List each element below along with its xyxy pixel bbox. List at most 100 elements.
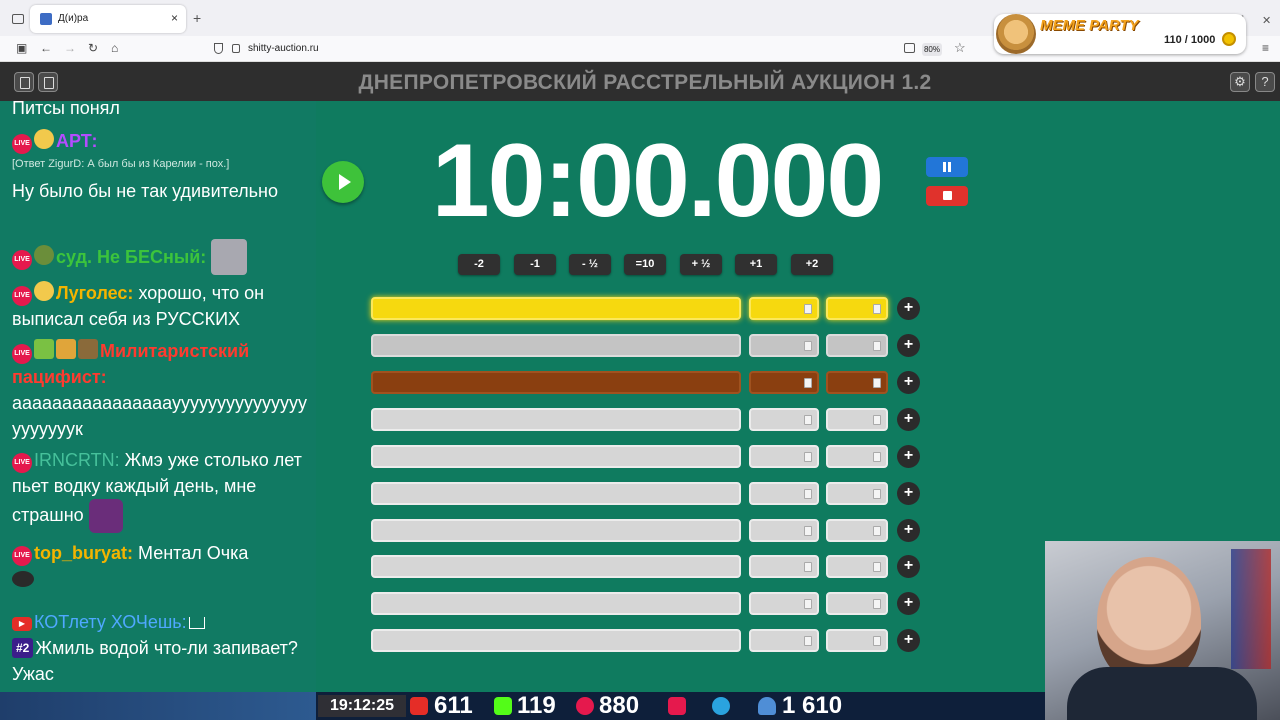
bookmark-star-icon[interactable]: ☆ — [954, 40, 966, 56]
lot-add-button[interactable]: + — [897, 445, 920, 468]
lot-extra-input[interactable] — [826, 445, 888, 468]
lot-add-button[interactable]: + — [897, 482, 920, 505]
lot-amount-input[interactable] — [749, 519, 819, 542]
zoom-level-badge[interactable]: 80% — [922, 43, 942, 56]
lot-extra-input[interactable] — [826, 297, 888, 320]
lot-name-input[interactable] — [371, 334, 741, 357]
back-icon[interactable]: ← — [40, 40, 52, 56]
lot-name-input[interactable] — [371, 297, 741, 320]
lot-amount-input[interactable] — [749, 482, 819, 505]
lot-amount-input[interactable] — [749, 408, 819, 431]
lot-name-input[interactable] — [371, 371, 741, 394]
spinner-icon[interactable] — [804, 452, 812, 462]
stop-button[interactable] — [926, 186, 968, 206]
adjust-set-10-button[interactable]: =10 — [624, 254, 666, 275]
panel-toggle-icon[interactable] — [14, 72, 34, 92]
lot-name-input[interactable] — [371, 519, 741, 542]
lot-add-button[interactable]: + — [897, 371, 920, 394]
lot-amount-input[interactable] — [749, 371, 819, 394]
adjust-minus-1-button[interactable]: -1 — [514, 254, 556, 275]
spinner-icon[interactable] — [804, 489, 812, 499]
lot-add-button[interactable]: + — [897, 297, 920, 320]
play-button[interactable] — [322, 161, 364, 203]
lot-name-input[interactable] — [371, 629, 741, 652]
spinner-icon[interactable] — [804, 341, 812, 351]
adjust-plus-2-button[interactable]: +2 — [791, 254, 833, 275]
lot-amount-input[interactable] — [749, 297, 819, 320]
lock-icon[interactable] — [232, 44, 240, 53]
lot-add-button[interactable]: + — [897, 629, 920, 652]
lot-name-input[interactable] — [371, 408, 741, 431]
menu-icon[interactable]: ≡ — [1262, 40, 1269, 56]
spinner-icon[interactable] — [804, 599, 812, 609]
spinner-icon[interactable] — [873, 526, 881, 536]
new-tab-button[interactable]: + — [193, 11, 201, 25]
sidebar-toggle-icon[interactable]: ▣ — [16, 40, 27, 56]
help-icon[interactable]: ? — [1255, 72, 1275, 92]
spinner-icon[interactable] — [804, 378, 812, 388]
emote-icon — [34, 245, 54, 265]
lot-amount-input[interactable] — [749, 334, 819, 357]
lot-extra-input[interactable] — [826, 334, 888, 357]
lot-add-button[interactable]: + — [897, 592, 920, 615]
lot-extra-input[interactable] — [826, 482, 888, 505]
url-text[interactable]: shitty-auction.ru — [248, 43, 319, 54]
lot-name-input[interactable] — [371, 592, 741, 615]
spinner-icon[interactable] — [873, 489, 881, 499]
lot-name-input[interactable] — [371, 445, 741, 468]
gear-icon[interactable]: ⚙ — [1230, 72, 1250, 92]
spinner-icon[interactable] — [804, 526, 812, 536]
spinner-icon[interactable] — [804, 562, 812, 572]
lot-extra-input[interactable] — [826, 555, 888, 578]
reader-view-icon[interactable] — [904, 43, 915, 53]
save-icon[interactable] — [38, 72, 58, 92]
lot-extra-input[interactable] — [826, 519, 888, 542]
spinner-icon[interactable] — [873, 599, 881, 609]
spinner-icon[interactable] — [804, 304, 812, 314]
tab-close-icon[interactable]: × — [171, 11, 178, 25]
lot-amount-input[interactable] — [749, 592, 819, 615]
browser-tab[interactable]: Д(и)ра × — [30, 5, 186, 33]
spinner-icon[interactable] — [873, 304, 881, 314]
tab-list-icon[interactable] — [12, 14, 24, 24]
lot-amount-input[interactable] — [749, 445, 819, 468]
reload-icon[interactable]: ↻ — [88, 40, 98, 56]
spinner-icon[interactable] — [804, 636, 812, 646]
lot-extra-input[interactable] — [826, 408, 888, 431]
chat-username[interactable]: top_buryat: — [34, 543, 133, 563]
lot-amount-input[interactable] — [749, 629, 819, 652]
lot-extra-input[interactable] — [826, 629, 888, 652]
lot-amount-input[interactable] — [749, 555, 819, 578]
lot-name-input[interactable] — [371, 482, 741, 505]
spinner-icon[interactable] — [873, 452, 881, 462]
lot-add-button[interactable]: + — [897, 408, 920, 431]
url-bar[interactable]: shitty-auction.ru 80% ☆ — [208, 39, 974, 59]
lot-add-button[interactable]: + — [897, 519, 920, 542]
spinner-icon[interactable] — [873, 415, 881, 425]
forward-icon[interactable]: → — [64, 40, 76, 56]
home-icon[interactable]: ⌂ — [111, 40, 118, 56]
chat-username[interactable]: АРТ: — [56, 131, 98, 151]
youtube-icon — [410, 697, 428, 715]
chat-username[interactable]: Луголес: — [56, 283, 133, 303]
lot-extra-input[interactable] — [826, 371, 888, 394]
adjust-plus-half-button[interactable]: + ½ — [680, 254, 722, 275]
spinner-icon[interactable] — [873, 378, 881, 388]
spinner-icon[interactable] — [873, 562, 881, 572]
adjust-plus-1-button[interactable]: +1 — [735, 254, 777, 275]
shield-icon[interactable] — [214, 43, 223, 54]
chat-username[interactable]: КОТлету ХОЧешь: — [34, 612, 187, 632]
chat-username[interactable]: суд. Не БЕСный: — [56, 247, 206, 267]
lot-add-button[interactable]: + — [897, 334, 920, 357]
chat-username[interactable]: IRNCRTN: — [34, 450, 120, 470]
spinner-icon[interactable] — [873, 341, 881, 351]
adjust-minus-half-button[interactable]: - ½ — [569, 254, 611, 275]
spinner-icon[interactable] — [873, 636, 881, 646]
pause-button[interactable] — [926, 157, 968, 177]
adjust-minus-2-button[interactable]: -2 — [458, 254, 500, 275]
lot-name-input[interactable] — [371, 555, 741, 578]
window-close-icon[interactable]: ✕ — [1262, 14, 1271, 27]
lot-extra-input[interactable] — [826, 592, 888, 615]
spinner-icon[interactable] — [804, 415, 812, 425]
lot-add-button[interactable]: + — [897, 555, 920, 578]
